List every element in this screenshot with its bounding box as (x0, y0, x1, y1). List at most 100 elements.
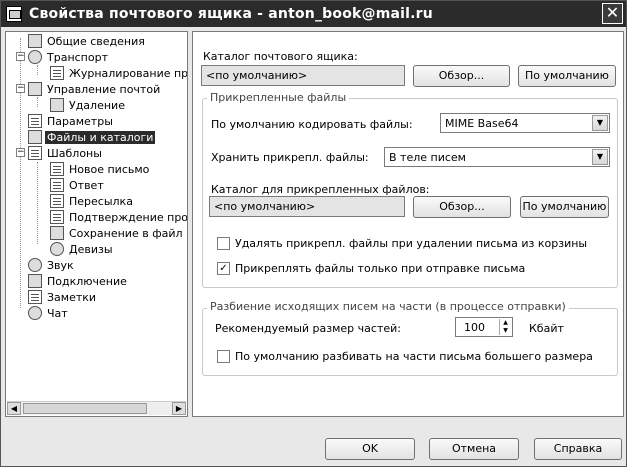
tree-item-label: Подтверждение прочт (69, 210, 188, 224)
tree-item-label: Новое письмо (69, 162, 150, 176)
tree-item-label: Файлы и каталоги (45, 130, 156, 144)
encoding-value: MIME Base64 (445, 117, 519, 130)
part-size-unit: Кбайт (529, 322, 564, 335)
tree-item-read-receipt[interactable]: Подтверждение прочт (50, 209, 188, 225)
attachments-default-button[interactable]: По умолчанию (520, 196, 609, 218)
attachments-dir-field[interactable]: <по умолчанию> (209, 196, 405, 217)
tree-item-label: Журналирование прот (69, 66, 188, 80)
new-letter-icon (50, 162, 64, 176)
chevron-down-icon[interactable]: ▼ (592, 115, 608, 131)
templates-icon (28, 146, 42, 160)
mailbox-browse-button[interactable]: Обзор... (413, 65, 510, 87)
properties-dialog: Свойства почтового ящика - anton_book@ma… (0, 0, 627, 467)
tree-item-label: Пересылка (69, 194, 133, 208)
collapse-icon[interactable]: − (16, 84, 25, 93)
tree-item-general[interactable]: Общие сведения (28, 33, 147, 49)
mailbox-dir-field[interactable]: <по умолчанию> (201, 65, 405, 86)
close-icon[interactable]: ✕ (602, 3, 623, 24)
tree-item-label: Параметры (47, 114, 113, 128)
reply-icon (50, 178, 64, 192)
ok-button[interactable]: OK (325, 438, 415, 460)
mailbox-default-button[interactable]: По умолчанию (518, 65, 616, 87)
tree-item-label: Заметки (47, 290, 97, 304)
part-size-value: 100 (464, 321, 485, 334)
tree-item-label: Подключение (47, 274, 127, 288)
spinner-arrows-icon[interactable]: ▲ ▼ (499, 319, 511, 335)
split-large-label: По умолчанию разбивать на части письма б… (235, 350, 593, 363)
encoding-label: По умолчанию кодировать файлы: (211, 118, 413, 131)
mailbox-dir-label: Каталог почтового ящика: (203, 50, 358, 63)
tree-item-label: Удаление (69, 98, 125, 112)
tree-item-templates[interactable]: Шаблоны (28, 145, 104, 161)
log-icon (50, 66, 64, 80)
tree-item-connection[interactable]: Подключение (28, 273, 129, 289)
info-icon (28, 34, 42, 48)
parameters-icon (28, 114, 42, 128)
checkbox-box[interactable] (217, 350, 230, 363)
part-size-label: Рекомендуемый размер частей: (215, 322, 401, 335)
read-receipt-icon (50, 210, 64, 224)
attachments-browse-button[interactable]: Обзор... (413, 196, 511, 218)
tree-item-chat[interactable]: Чат (28, 305, 70, 321)
storage-select[interactable]: В теле писем ▼ (384, 147, 610, 167)
split-large-checkbox[interactable]: По умолчанию разбивать на части письма б… (217, 350, 593, 363)
attach-on-send-checkbox[interactable]: ✓ Прикреплять файлы только при отправке … (217, 262, 525, 275)
folder-icon (28, 130, 42, 144)
collapse-icon[interactable]: − (16, 52, 25, 61)
checkbox-box[interactable]: ✓ (217, 262, 230, 275)
help-button[interactable]: Справка (534, 438, 622, 460)
settings-tree[interactable]: Общие сведения − Транспорт Журналировани… (5, 31, 188, 417)
tree-item-mail-management[interactable]: Управление почтой (28, 81, 162, 97)
window-title: Свойства почтового ящика - anton_book@ma… (29, 6, 433, 22)
tree-item-notes[interactable]: Заметки (28, 289, 98, 305)
storage-value: В теле писем (389, 151, 466, 164)
tree-item-deletion[interactable]: Удаление (50, 97, 127, 113)
collapse-icon[interactable]: − (16, 148, 25, 157)
tree-item-forward[interactable]: Пересылка (50, 193, 135, 209)
mail-management-icon (28, 82, 42, 96)
attachments-dir-label: Каталог для прикрепленных файлов: (211, 183, 430, 196)
notes-icon (28, 290, 42, 304)
tree-item-label: Транспорт (47, 50, 108, 64)
tree-item-label: Звук (47, 258, 74, 272)
tree-item-new-letter[interactable]: Новое письмо (50, 161, 151, 177)
storage-label: Хранить прикрепл. файлы: (211, 151, 369, 164)
scroll-right-icon[interactable]: ▶ (172, 402, 186, 415)
scroll-thumb[interactable] (23, 403, 147, 414)
scroll-left-icon[interactable]: ◀ (7, 402, 21, 415)
sound-icon (28, 258, 42, 272)
cancel-button[interactable]: Отмена (429, 438, 519, 460)
encoding-select[interactable]: MIME Base64 ▼ (440, 113, 610, 133)
title-bar: Свойства почтового ящика - anton_book@ma… (1, 1, 626, 27)
tree-item-label: Девизы (69, 242, 113, 256)
tree-item-label: Общие сведения (47, 34, 145, 48)
checkbox-box[interactable] (217, 237, 230, 250)
part-size-spinner[interactable]: 100 ▲ ▼ (455, 317, 513, 337)
tree-item-parameters[interactable]: Параметры (28, 113, 115, 129)
delete-attachments-checkbox[interactable]: Удалять прикрепл. файлы при удалении пис… (217, 237, 587, 250)
forward-icon (50, 194, 64, 208)
split-group-title: Разбиение исходящих писем на части (в пр… (207, 300, 569, 313)
tree-item-sound[interactable]: Звук (28, 257, 76, 273)
tree-item-label: Шаблоны (47, 146, 102, 160)
mottos-icon (50, 242, 64, 256)
tree-item-logging[interactable]: Журналирование прот (50, 65, 188, 81)
trash-icon (50, 98, 64, 112)
disk-icon (50, 226, 64, 240)
attach-on-send-label: Прикреплять файлы только при отправке пи… (235, 262, 526, 275)
chevron-down-icon[interactable]: ▼ (592, 149, 608, 165)
tree-item-reply[interactable]: Ответ (50, 177, 106, 193)
transport-icon (28, 50, 42, 64)
tree-item-transport[interactable]: Транспорт (28, 49, 110, 65)
tree-horizontal-scrollbar[interactable]: ◀ ▶ (7, 401, 186, 415)
attachments-group-title: Прикрепленные файлы (207, 91, 350, 104)
tree-item-files-folders[interactable]: Файлы и каталоги (28, 129, 156, 145)
connection-icon (28, 274, 42, 288)
chat-icon (28, 306, 42, 320)
split-group (202, 308, 618, 376)
tree-item-save-to-file[interactable]: Сохранение в файл (50, 225, 185, 241)
mailbox-icon (6, 6, 22, 22)
tree-item-label: Ответ (69, 178, 104, 192)
tree-item-mottos[interactable]: Девизы (50, 241, 115, 257)
tree-item-label: Сохранение в файл (69, 226, 183, 240)
